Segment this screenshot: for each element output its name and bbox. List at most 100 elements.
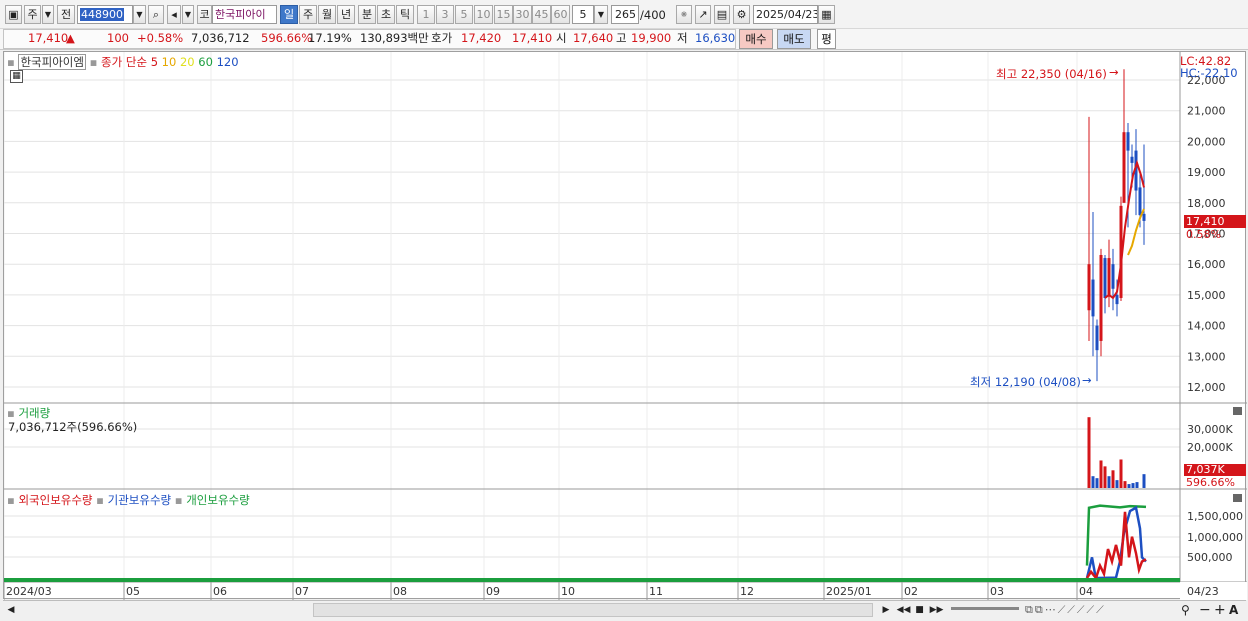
scroll-thumb[interactable] xyxy=(313,603,873,617)
avg-button[interactable]: 평 xyxy=(817,29,836,49)
candle-body xyxy=(1126,132,1130,151)
interval-select[interactable]: 5 xyxy=(572,5,594,24)
holding-lines xyxy=(1085,504,1147,581)
institution-holding-label[interactable]: 기관보유수량 xyxy=(108,493,171,507)
link-icon[interactable]: ⁕ xyxy=(676,5,692,24)
ma-period-5: 5 xyxy=(150,55,159,69)
auto-scale-icon[interactable]: A xyxy=(1229,602,1241,618)
y-tick-label: 18,000 xyxy=(1187,197,1226,210)
count-value: 265 xyxy=(615,8,636,21)
minute-option-10[interactable]: 10 xyxy=(474,5,493,24)
minute-option-60[interactable]: 60 xyxy=(551,5,570,24)
volume-bar xyxy=(1131,483,1135,488)
ma-label[interactable]: 종가 단순 xyxy=(101,55,147,69)
tab-day[interactable]: 일 xyxy=(280,5,298,24)
minus-icon[interactable]: − xyxy=(1199,602,1211,618)
tab-minute-label: 분 xyxy=(361,8,373,21)
table-icon[interactable]: ▦ xyxy=(10,70,23,83)
speaker-icon[interactable]: ◂ xyxy=(167,5,181,24)
minute-option-30[interactable]: 30 xyxy=(513,5,532,24)
scroll-left-icon[interactable]: ◀ xyxy=(5,603,17,617)
count-input[interactable]: 265 xyxy=(611,5,639,24)
chart-area[interactable]: 22,000 21,000 20,000 19,000 18,000 17,000 16,0… xyxy=(3,51,1247,600)
volume-bar xyxy=(1127,484,1131,488)
search-icon[interactable]: ⌕ xyxy=(148,5,164,24)
tab-tick[interactable]: 틱 xyxy=(396,5,414,24)
hoga-label: 호가 xyxy=(431,31,453,45)
tab-week[interactable]: 주 xyxy=(299,5,317,24)
stop-icon[interactable]: ■ xyxy=(913,603,926,617)
zoom-slider[interactable] xyxy=(951,607,1019,610)
period-dropdown-icon[interactable]: ▼ xyxy=(42,5,54,24)
up-arrow-icon: ▲ xyxy=(66,31,75,45)
date-input[interactable]: 2025/04/23 xyxy=(753,5,818,24)
scroll-right-icon[interactable]: ▶ xyxy=(880,603,892,617)
forward-icon[interactable]: ▶▶ xyxy=(929,603,944,617)
ma-period-20: 20 xyxy=(179,55,195,69)
y-axis-ticks: 22,00021,00020,00019,00018,00017,00016,0… xyxy=(1187,74,1243,564)
x-axis-ticks: 2024/03 05 06 07 08 09 10 11 12 2025/01 02 03 04 04/2… xyxy=(4,582,1219,600)
max-arrow-icon: → xyxy=(1109,65,1119,79)
y-tick-label: 21,000 xyxy=(1187,105,1226,118)
legend-marker-icon: ▪ xyxy=(7,406,15,420)
minute-option-45[interactable]: 45 xyxy=(532,5,551,24)
drawing-tools-icon[interactable]: ⧉⧉⋯⟋⟋⟋⟋⟋ xyxy=(1025,602,1175,618)
rewind-icon[interactable]: ◀◀ xyxy=(896,603,911,617)
period-select[interactable]: 주 xyxy=(24,5,41,24)
y-tick-label: 500,000 xyxy=(1187,551,1233,564)
minute-option-label: 10 xyxy=(476,8,491,21)
volume-close-icon[interactable] xyxy=(1233,407,1242,415)
calendar-icon[interactable]: ▦ xyxy=(818,5,835,24)
chart-scrollbar[interactable]: ◀ ▶ ◀◀ ■ ▶▶ ⧉⧉⋯⟋⟋⟋⟋⟋ ⚲ − + A xyxy=(3,600,1246,619)
volume-percent: 596.66% xyxy=(261,31,313,45)
minute-option-5[interactable]: 5 xyxy=(455,5,473,24)
speaker-dropdown-icon[interactable]: ▼ xyxy=(182,5,194,24)
volume-bar xyxy=(1087,417,1091,488)
stock-code-input[interactable]: 448900 xyxy=(77,5,133,24)
save-icon[interactable]: ▤ xyxy=(714,5,730,24)
stock-name: 한국피아이 xyxy=(215,8,266,21)
minute-option-3[interactable]: 3 xyxy=(436,5,454,24)
holding-close-icon[interactable] xyxy=(1233,494,1242,502)
volume-bar xyxy=(1142,474,1146,488)
foreign-holding-label[interactable]: 외국인보유수량 xyxy=(18,493,92,507)
window-menu-icon[interactable]: ▣ xyxy=(5,5,22,24)
x-tick-label: 07 xyxy=(295,585,309,598)
high-price: 19,900 xyxy=(631,31,672,45)
tab-year[interactable]: 년 xyxy=(337,5,355,24)
tab-month-label: 월 xyxy=(321,8,333,21)
x-tick-label: 04/23 xyxy=(1187,585,1219,598)
y-tick-label: 30,000K xyxy=(1187,423,1233,436)
minute-option-15[interactable]: 15 xyxy=(494,5,513,24)
individual-holding-label[interactable]: 개인보유수량 xyxy=(186,493,249,507)
sell-button[interactable]: 매도 xyxy=(777,29,811,49)
prev-button[interactable]: 전 xyxy=(57,5,75,24)
zoom-icon[interactable]: ⚲ xyxy=(1181,602,1195,618)
interval-dropdown-icon[interactable]: ▼ xyxy=(594,5,608,24)
x-tick-label: 12 xyxy=(740,585,754,598)
code-dropdown-icon[interactable]: ▼ xyxy=(133,5,146,24)
gear-icon[interactable]: ⚙ xyxy=(733,5,750,24)
tab-minute[interactable]: 분 xyxy=(358,5,376,24)
tab-day-label: 일 xyxy=(283,8,295,21)
tab-year-label: 년 xyxy=(340,8,352,21)
min-price-label: 최저 12,190 (04/08) xyxy=(970,375,1081,389)
price-panel-legend: ▪ 한국피아이엠 ▪ 종가 단순 5 10 20 60 120 xyxy=(7,54,239,70)
candle-body xyxy=(1130,156,1134,163)
tab-month[interactable]: 월 xyxy=(318,5,336,24)
volume-title[interactable]: 거래량 xyxy=(18,406,50,420)
candle-body xyxy=(1091,279,1095,317)
draw-tool-icon[interactable]: ↗ xyxy=(695,5,711,24)
minute-option-label: 3 xyxy=(441,8,449,21)
y-tick-label: 12,000 xyxy=(1187,381,1226,394)
foreign-holding-line xyxy=(1085,511,1147,581)
turnover-percent: 17.19% xyxy=(308,31,352,45)
plus-icon[interactable]: + xyxy=(1214,602,1226,618)
tab-second[interactable]: 초 xyxy=(377,5,395,24)
stock-name-field[interactable]: 한국피아이 xyxy=(212,5,277,24)
chart-canvas: 22,00021,00020,00019,00018,00017,00016,0… xyxy=(4,52,1247,600)
stock-label[interactable]: 한국피아이엠 xyxy=(18,54,86,70)
minute-option-1[interactable]: 1 xyxy=(417,5,435,24)
volume-value: 7,036,712 xyxy=(191,31,250,45)
buy-button[interactable]: 매수 xyxy=(739,29,773,49)
